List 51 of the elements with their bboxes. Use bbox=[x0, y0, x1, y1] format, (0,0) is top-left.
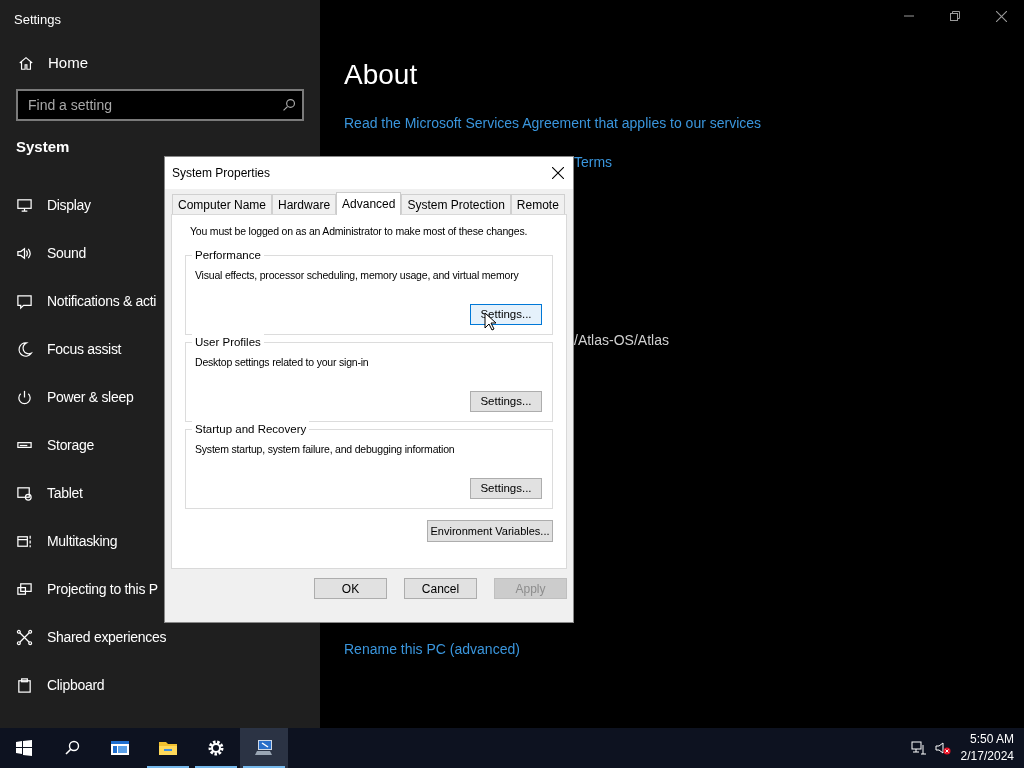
windows-logo-icon bbox=[16, 740, 32, 756]
network-nodes-icon bbox=[16, 628, 33, 646]
services-agreement-link[interactable]: Read the Microsoft Services Agreement that applies to our services bbox=[344, 113, 762, 134]
window-title: Settings bbox=[13, 11, 62, 29]
settings-button[interactable]: Settings... bbox=[470, 304, 542, 325]
search-field[interactable]: Find a setting bbox=[16, 89, 304, 121]
clock[interactable]: 5:50 AM 2/17/2024 bbox=[960, 731, 1024, 765]
moon-icon bbox=[16, 340, 33, 358]
window-icon bbox=[109, 738, 131, 758]
dialog-title: System Properties bbox=[172, 165, 271, 182]
sidebar-item[interactable]: Clipboard bbox=[0, 661, 320, 709]
search-icon bbox=[64, 740, 80, 756]
speech-bubble-icon bbox=[16, 292, 33, 310]
sidebar-item[interactable]: Multitasking bbox=[0, 517, 320, 565]
group-description: Visual effects, processor scheduling, memory usage, and virtual memory bbox=[195, 268, 519, 283]
monitor-icon bbox=[16, 196, 33, 214]
repository-text: /Atlas-OS/Atlas bbox=[574, 331, 669, 350]
settings-button[interactable]: Settings... bbox=[470, 478, 542, 499]
power-icon bbox=[16, 388, 33, 406]
tab[interactable]: Computer Name bbox=[172, 194, 273, 214]
sidebar-item[interactable]: Tablet bbox=[0, 469, 320, 517]
search-icon bbox=[282, 98, 296, 112]
notice-text: You must be logged on as an Administrator to make most of these changes. bbox=[189, 224, 528, 239]
environment-variables-button[interactable]: Environment Variables... bbox=[427, 520, 553, 542]
sidebar-item[interactable]: Power & sleep bbox=[0, 373, 320, 421]
home-link[interactable]: Home bbox=[0, 40, 320, 86]
tab[interactable]: Remote bbox=[510, 194, 565, 214]
tab[interactable]: System Protection bbox=[401, 194, 511, 214]
tab[interactable]: Hardware bbox=[272, 194, 337, 214]
group-description: Desktop settings related to your sign-in bbox=[195, 355, 369, 370]
close-icon bbox=[552, 167, 564, 179]
license-terms-link[interactable]: Terms bbox=[574, 152, 613, 173]
home-icon bbox=[18, 55, 34, 71]
tab[interactable]: Advanced bbox=[336, 192, 402, 215]
network-icon[interactable] bbox=[910, 741, 927, 755]
restore-icon bbox=[950, 11, 960, 21]
page-heading: About bbox=[344, 58, 418, 92]
muted-speaker-icon[interactable] bbox=[934, 741, 951, 755]
close-icon bbox=[995, 10, 1007, 22]
taskbar-app[interactable] bbox=[240, 728, 288, 768]
clipboard-icon bbox=[16, 676, 33, 694]
settings-button[interactable]: Settings... bbox=[470, 391, 542, 412]
rename-pc-link[interactable]: Rename this PC (advanced) bbox=[344, 639, 520, 660]
dialog-button[interactable]: Cancel bbox=[404, 578, 477, 599]
dialog-button[interactable]: OK bbox=[314, 578, 387, 599]
projector-icon bbox=[16, 580, 33, 598]
computer-icon bbox=[253, 738, 275, 758]
tablet-icon bbox=[16, 484, 33, 502]
sidebar-item[interactable]: Shared experiences bbox=[0, 613, 320, 661]
section-heading: System bbox=[16, 138, 70, 155]
group-description: System startup, system failure, and debugging information bbox=[195, 442, 455, 457]
